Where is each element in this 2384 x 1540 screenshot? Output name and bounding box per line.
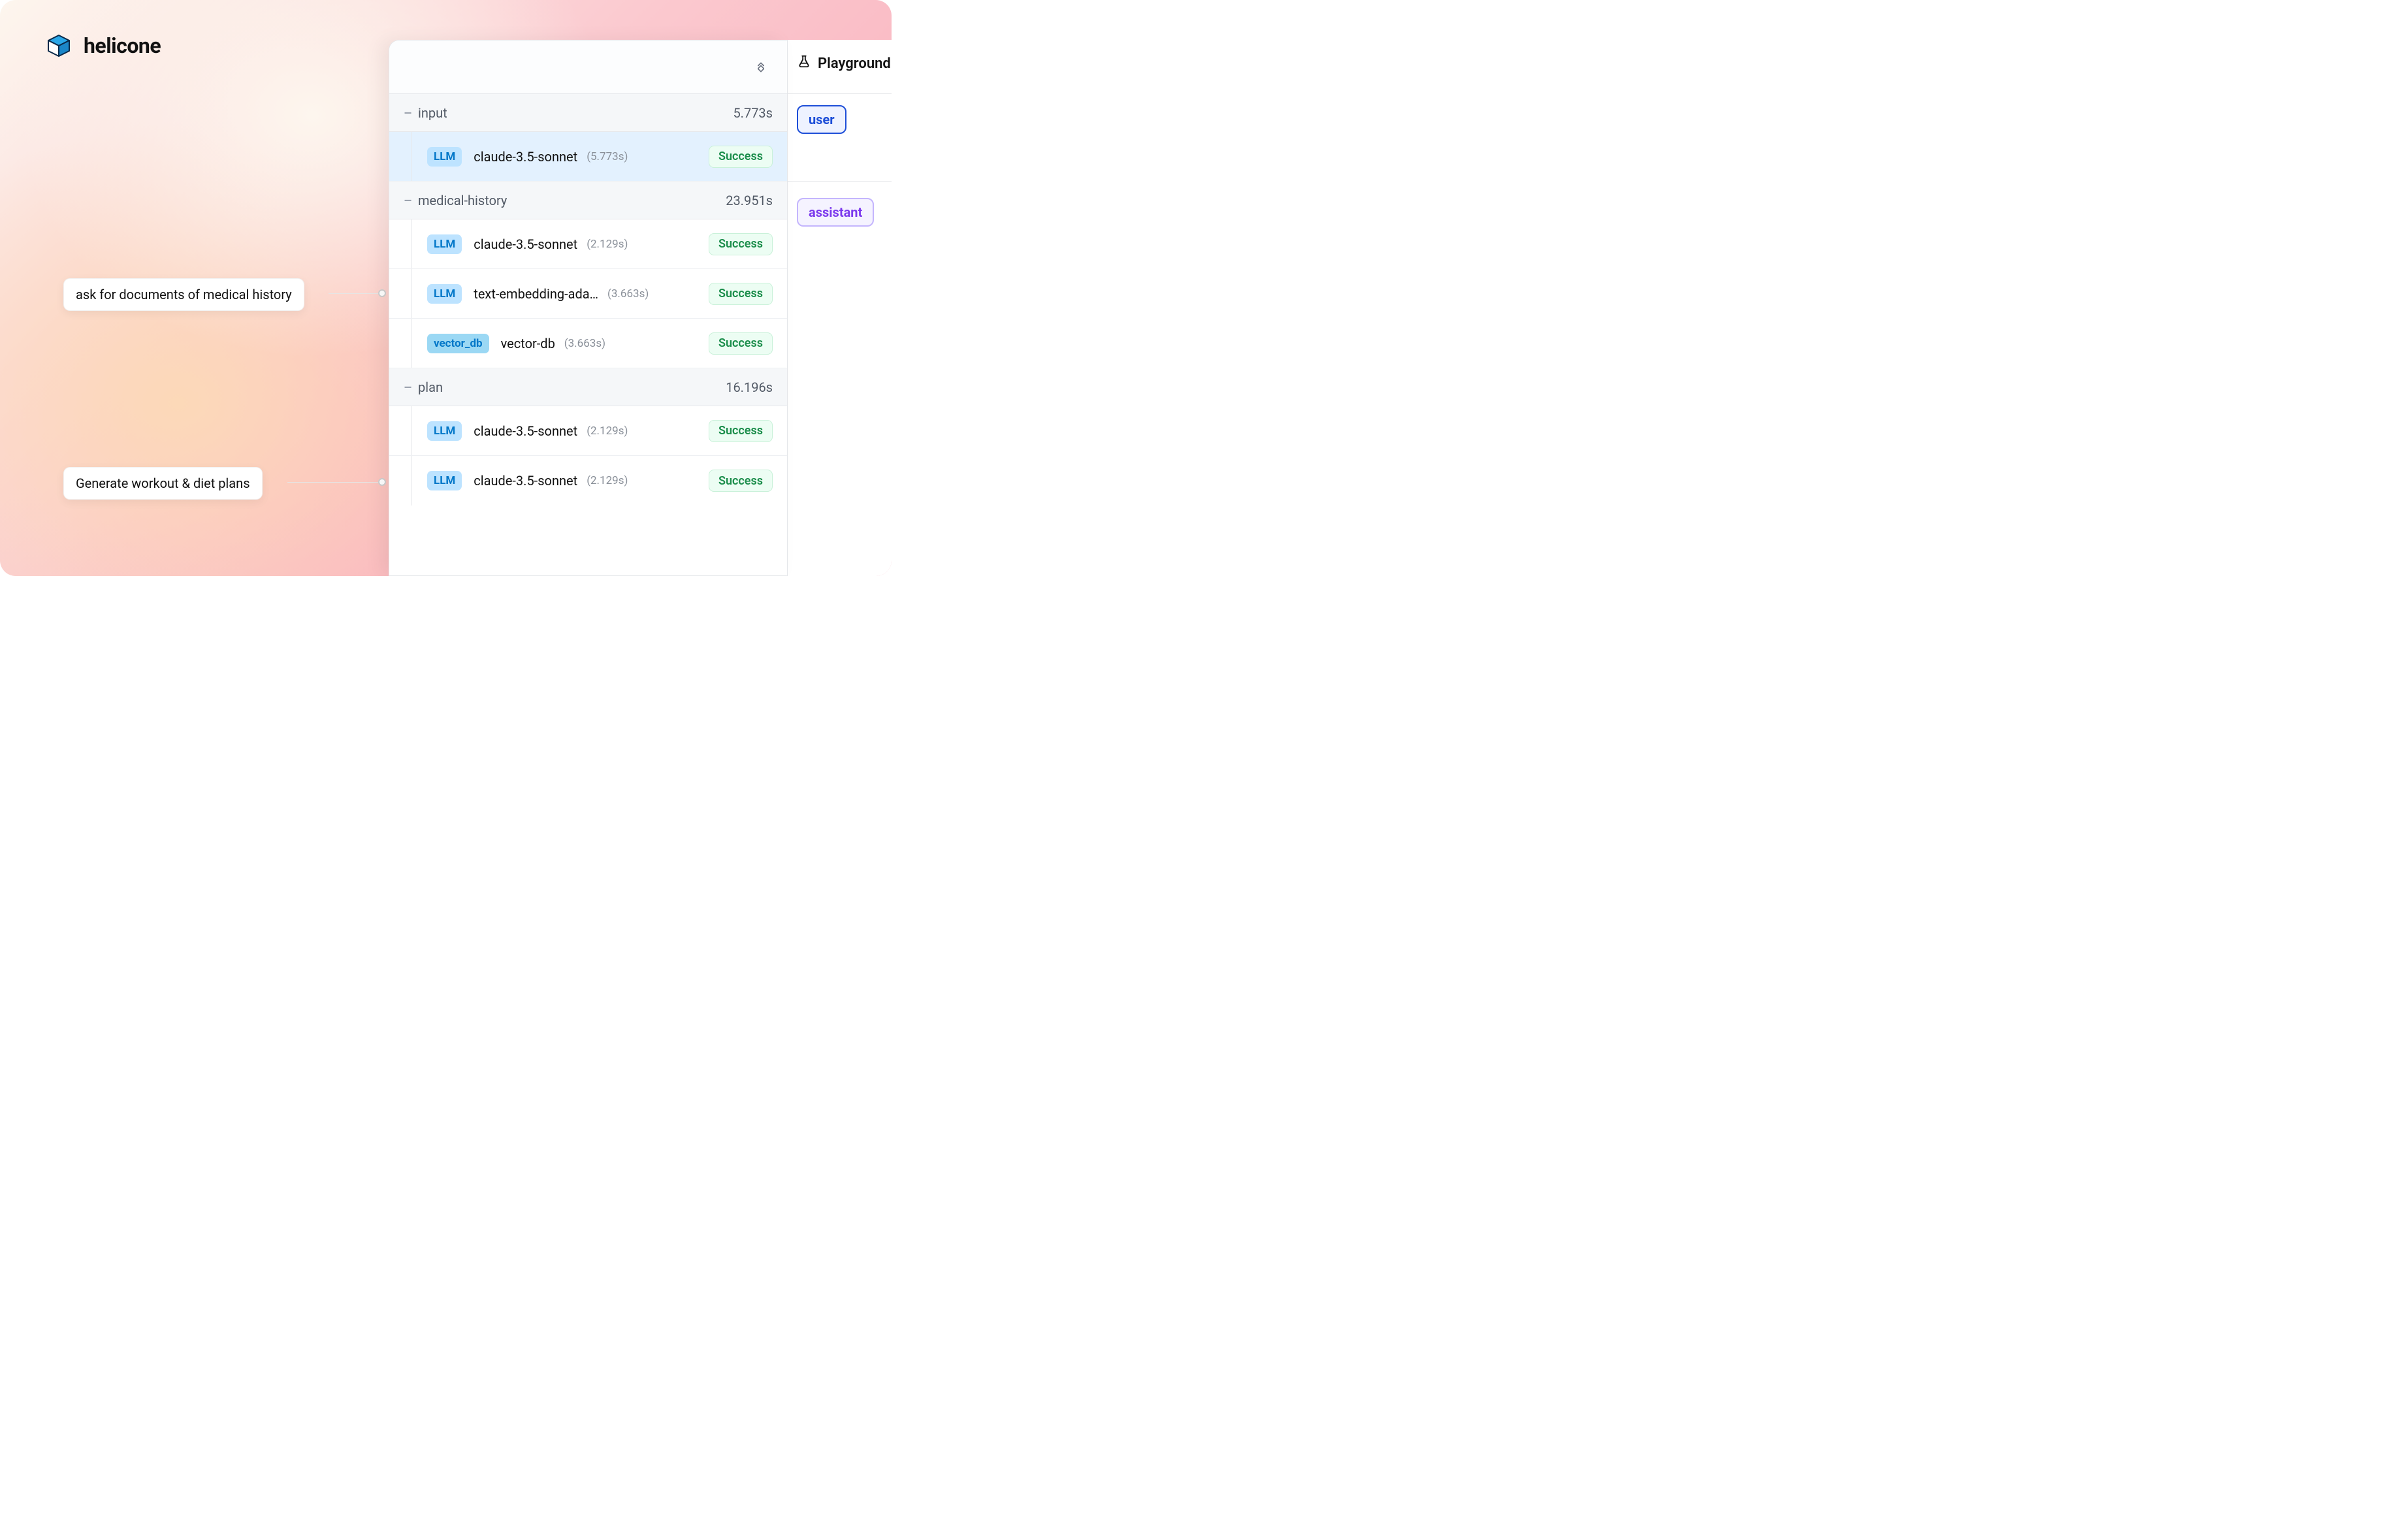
status-badge: Success xyxy=(709,233,773,255)
trace-row-time: (5.773s) xyxy=(587,150,628,163)
trace-row-name: text-embedding-ada… xyxy=(474,286,598,302)
trace-row-time: (2.129s) xyxy=(587,425,628,438)
close-icon[interactable] xyxy=(753,59,769,75)
trace-row[interactable]: vector_db vector-db (3.663s) Success xyxy=(389,319,787,368)
status-badge: Success xyxy=(709,332,773,355)
trace-tag-llm: LLM xyxy=(427,471,462,490)
trace-row-time: (3.663s) xyxy=(564,337,605,350)
flask-icon xyxy=(797,54,811,72)
trace-row-name: vector-db xyxy=(501,336,555,351)
trace-row-name: claude-3.5-sonnet xyxy=(474,423,577,439)
trace-tag-vectordb: vector_db xyxy=(427,334,489,353)
callout-dot xyxy=(378,478,386,486)
playground-panel: Playground user assistant xyxy=(787,40,892,576)
status-badge: Success xyxy=(709,470,773,492)
playground-tab[interactable]: Playground xyxy=(788,40,892,87)
divider xyxy=(788,93,892,94)
trace-group-header[interactable]: – medical-history 23.951s xyxy=(389,182,787,219)
trace-row[interactable]: LLM text-embedding-ada… (3.663s) Success xyxy=(389,269,787,319)
trace-tag-llm: LLM xyxy=(427,421,462,441)
status-badge: Success xyxy=(709,420,773,442)
trace-row-name: claude-3.5-sonnet xyxy=(474,149,577,165)
callout-medical-history: ask for documents of medical history xyxy=(63,278,304,311)
trace-row-time: (2.129s) xyxy=(587,238,628,251)
trace-tag-llm: LLM xyxy=(427,284,462,304)
status-badge: Success xyxy=(709,283,773,305)
role-chip-assistant[interactable]: assistant xyxy=(797,198,874,227)
trace-row[interactable]: LLM claude-3.5-sonnet (2.129s) Success xyxy=(389,456,787,505)
brand-name: helicone xyxy=(84,33,161,58)
divider xyxy=(788,181,892,182)
callout-plans: Generate workout & diet plans xyxy=(63,467,263,500)
brand: helicone xyxy=(46,33,161,59)
callout-connector xyxy=(329,293,381,294)
trace-row[interactable]: LLM claude-3.5-sonnet (2.129s) Success xyxy=(389,219,787,269)
role-chip-user[interactable]: user xyxy=(797,105,846,134)
trace-group-header[interactable]: – plan 16.196s xyxy=(389,368,787,406)
trace-row[interactable]: LLM claude-3.5-sonnet (5.773s) Success xyxy=(389,132,787,182)
callout-connector xyxy=(287,482,381,483)
trace-group-name: input xyxy=(418,105,733,121)
trace-row-name: claude-3.5-sonnet xyxy=(474,473,577,489)
trace-panel: – input 5.773s LLM claude-3.5-sonnet (5.… xyxy=(389,40,787,576)
trace-tag-llm: LLM xyxy=(427,234,462,254)
trace-header xyxy=(389,40,787,94)
callout-dot xyxy=(378,289,386,297)
collapse-icon[interactable]: – xyxy=(404,193,418,208)
trace-row-time: (2.129s) xyxy=(587,474,628,487)
trace-row[interactable]: LLM claude-3.5-sonnet (2.129s) Success xyxy=(389,406,787,456)
trace-group-name: plan xyxy=(418,379,726,395)
app-canvas: helicone ask for documents of medical hi… xyxy=(0,0,892,576)
trace-group-name: medical-history xyxy=(418,193,726,208)
playground-tab-label: Playground xyxy=(818,56,891,72)
collapse-icon[interactable]: – xyxy=(404,105,418,121)
trace-tag-llm: LLM xyxy=(427,147,462,167)
trace-row-time: (3.663s) xyxy=(607,287,649,300)
trace-group-time: 16.196s xyxy=(726,379,773,395)
collapse-icon[interactable]: – xyxy=(404,379,418,395)
helicone-logo-icon xyxy=(46,33,72,59)
trace-group-time: 5.773s xyxy=(733,105,773,121)
trace-row-name: claude-3.5-sonnet xyxy=(474,236,577,252)
trace-group-header[interactable]: – input 5.773s xyxy=(389,94,787,132)
status-badge: Success xyxy=(709,146,773,168)
trace-group-time: 23.951s xyxy=(726,193,773,208)
